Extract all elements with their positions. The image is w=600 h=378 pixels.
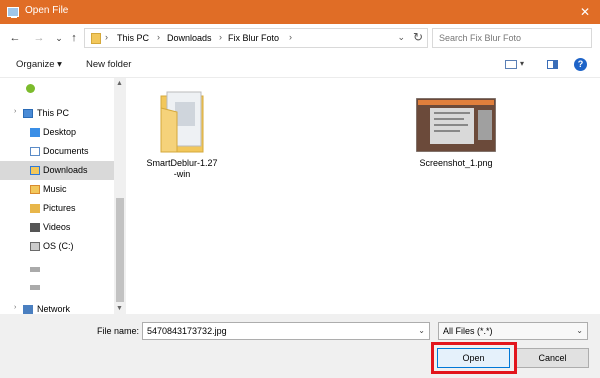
back-arrow-icon[interactable]: ← <box>8 30 22 46</box>
search-box[interactable]: Search Fix Blur Foto <box>432 28 592 48</box>
preview-pane-icon[interactable] <box>547 60 558 69</box>
breadcrumb-separator: › <box>105 32 108 42</box>
scroll-up-arrow-icon[interactable]: ▲ <box>116 80 123 87</box>
organize-button[interactable]: Organize ▾ <box>16 59 62 70</box>
file-item-image[interactable]: Screenshot_1.png <box>408 98 504 169</box>
sidebar-scrollbar[interactable]: ▲ ▼ <box>114 78 126 314</box>
sidebar-item-network[interactable]: › Network <box>0 300 114 314</box>
sidebar-item-onedrive[interactable] <box>0 80 114 99</box>
drive-icon <box>30 242 40 251</box>
breadcrumb-separator[interactable]: › <box>219 32 222 42</box>
videos-icon <box>30 223 40 232</box>
computer-icon <box>23 109 33 118</box>
sidebar-item-label: Pictures <box>43 203 76 213</box>
file-type-select[interactable]: All Files (*.*) ⌄ <box>438 322 588 340</box>
pictures-icon <box>30 204 40 213</box>
sidebar-item-desktop[interactable]: Desktop <box>0 123 114 142</box>
sidebar-item-downloads[interactable]: Downloads <box>0 161 114 180</box>
sidebar-item-label: Music <box>43 184 67 194</box>
breadcrumb-fix-blur-foto[interactable]: Fix Blur Foto <box>228 33 279 43</box>
breadcrumb-separator[interactable]: › <box>289 32 292 42</box>
cancel-button[interactable]: Cancel <box>516 348 589 368</box>
breadcrumb-separator[interactable]: › <box>157 32 160 42</box>
file-name: Screenshot_1.png <box>419 158 493 168</box>
network-icon <box>23 305 33 314</box>
help-icon[interactable]: ? <box>574 58 587 71</box>
recent-locations-chevron-icon[interactable]: ⌄ <box>54 30 64 46</box>
file-type-dropdown-chevron-icon[interactable]: ⌄ <box>576 326 583 335</box>
up-arrow-icon[interactable]: ↑ <box>68 30 80 46</box>
file-list: SmartDeblur-1.27 -win Screenshot_1.png <box>126 78 600 314</box>
search-input[interactable]: Search Fix Blur Foto <box>439 33 521 43</box>
window-title: Open File <box>25 5 69 16</box>
file-name-label: File name: <box>97 326 140 336</box>
title-bar: Open File ✕ <box>0 0 600 24</box>
file-name-value[interactable]: 5470843173732.jpg <box>147 326 227 336</box>
expand-chevron-icon[interactable]: › <box>14 108 16 115</box>
breadcrumb-downloads[interactable]: Downloads <box>167 33 212 43</box>
sidebar-item-music[interactable]: Music <box>0 180 114 199</box>
documents-icon <box>30 147 40 156</box>
sidebar-item-label: Network <box>37 304 71 314</box>
window-app-icon <box>7 7 19 18</box>
sidebar-item-label: Desktop <box>43 127 77 137</box>
file-name-field[interactable]: 5470843173732.jpg ⌄ <box>142 322 430 340</box>
sidebar-item-this-pc[interactable]: › This PC <box>0 104 114 123</box>
sidebar-item-pictures[interactable]: Pictures <box>0 199 114 218</box>
file-name: -win <box>173 169 191 179</box>
forward-arrow-icon[interactable]: → <box>32 30 46 46</box>
file-name-dropdown-chevron-icon[interactable]: ⌄ <box>418 326 425 335</box>
sidebar-item-label: Downloads <box>43 165 88 175</box>
file-name: SmartDeblur-1.27 <box>146 158 218 168</box>
image-thumbnail-icon <box>416 98 496 152</box>
music-icon <box>30 185 40 194</box>
file-type-value[interactable]: All Files (*.*) <box>443 326 493 336</box>
new-folder-button[interactable]: New folder <box>86 59 131 70</box>
refresh-icon[interactable]: ↻ <box>413 30 423 44</box>
open-button-highlight <box>431 342 517 374</box>
removable-drive-icon <box>30 285 40 290</box>
folder-icon <box>91 33 101 44</box>
command-toolbar: Organize ▾ New folder ▾ ? <box>0 52 600 78</box>
navigation-pane: › This PC Desktop Documents Downloads Mu… <box>0 78 126 314</box>
close-button[interactable]: ✕ <box>570 0 600 24</box>
change-view-icon[interactable] <box>505 60 517 69</box>
scroll-down-arrow-icon[interactable]: ▼ <box>116 305 123 312</box>
dialog-footer: File name: 5470843173732.jpg ⌄ All Files… <box>0 314 600 378</box>
folder-icon <box>160 91 204 153</box>
sidebar-item-label: OS (C:) <box>43 241 74 251</box>
expand-chevron-icon[interactable]: › <box>14 304 16 311</box>
onedrive-icon <box>26 84 35 93</box>
sidebar-item-removable-1[interactable] <box>0 260 114 279</box>
desktop-icon <box>30 128 40 137</box>
breadcrumb-this-pc[interactable]: This PC <box>117 33 149 43</box>
sidebar-item-documents[interactable]: Documents <box>0 142 114 161</box>
navigation-bar: ← → ⌄ ↑ › This PC › Downloads › Fix Blur… <box>0 24 600 52</box>
address-dropdown-chevron-icon[interactable]: ⌄ <box>397 32 405 43</box>
scrollbar-thumb[interactable] <box>116 198 124 302</box>
downloads-icon <box>30 166 40 175</box>
file-item-folder[interactable]: SmartDeblur-1.27 -win <box>142 88 222 180</box>
sidebar-item-os-c[interactable]: OS (C:) <box>0 237 114 256</box>
sidebar-item-removable-2[interactable] <box>0 278 114 297</box>
view-dropdown-chevron-icon[interactable]: ▾ <box>520 59 524 68</box>
sidebar-item-label: Documents <box>43 146 89 156</box>
sidebar-item-videos[interactable]: Videos <box>0 218 114 237</box>
address-bar[interactable]: › This PC › Downloads › Fix Blur Foto › … <box>84 28 428 48</box>
sidebar-item-label: Videos <box>43 222 71 232</box>
sidebar-item-label: This PC <box>37 108 70 118</box>
removable-drive-icon <box>30 267 40 272</box>
